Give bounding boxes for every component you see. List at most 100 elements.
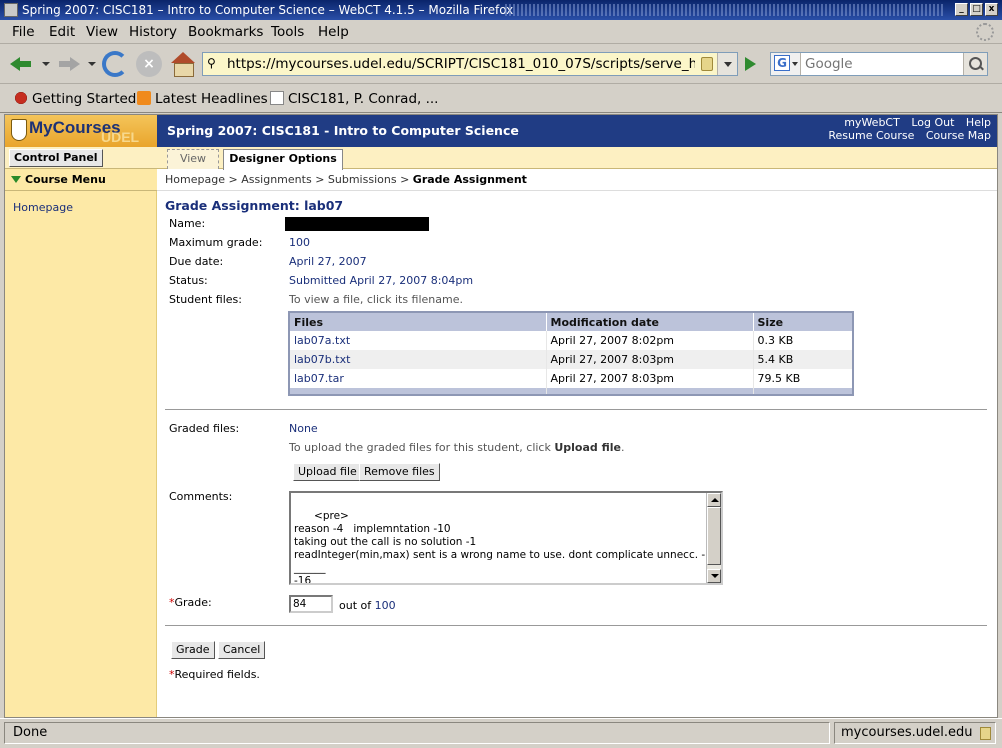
- menu-file[interactable]: File: [12, 24, 35, 40]
- grade-button[interactable]: Grade: [171, 641, 215, 659]
- url-history-dropdown[interactable]: [717, 53, 737, 75]
- due-date-value: April 27, 2007: [289, 255, 367, 268]
- file-link[interactable]: lab07b.txt: [289, 350, 547, 369]
- window-title: Spring 2007: CISC181 – Intro to Computer…: [22, 3, 514, 17]
- table-header-row: Files Modification date Size: [289, 312, 854, 331]
- scroll-up-arrow-icon[interactable]: [707, 493, 721, 507]
- redacted-student-name: [285, 217, 429, 231]
- file-date: April 27, 2007 8:03pm: [546, 369, 754, 388]
- upload-file-button[interactable]: Upload file: [293, 463, 362, 481]
- section-divider: [165, 409, 987, 410]
- url-input[interactable]: [227, 55, 695, 73]
- course-map-link[interactable]: Course Map: [926, 129, 991, 142]
- comments-textarea[interactable]: <pre> reason -4 implemntation -10 taking…: [289, 491, 723, 585]
- resume-course-link[interactable]: Resume Course: [828, 129, 914, 142]
- page-title: Grade Assignment: lab07: [165, 198, 344, 213]
- search-bar[interactable]: G: [770, 52, 988, 76]
- close-button[interactable]: x: [985, 3, 998, 16]
- forward-arrow-icon[interactable]: [56, 51, 82, 77]
- file-date: April 27, 2007 8:03pm: [546, 350, 754, 369]
- table-row: lab07b.txt April 27, 2007 8:03pm 5.4 KB: [289, 350, 854, 369]
- search-input[interactable]: [805, 56, 955, 72]
- mywebct-link[interactable]: myWebCT: [844, 116, 900, 129]
- grade-input[interactable]: [289, 595, 333, 613]
- scroll-down-arrow-icon[interactable]: [707, 569, 721, 583]
- breadcrumb: Homepage > Assignments > Submissions > G…: [157, 169, 997, 191]
- tab-row: Control Panel View Designer Options: [5, 147, 997, 170]
- course-menu-toggle[interactable]: Course Menu: [5, 169, 157, 191]
- search-engine-selector[interactable]: G: [771, 53, 801, 75]
- due-date-label: Due date:: [169, 255, 224, 268]
- maximize-button[interactable]: □: [970, 3, 983, 16]
- table-footer: [289, 388, 854, 395]
- course-title: Spring 2007: CISC181 - Intro to Computer…: [167, 123, 519, 138]
- minimize-button[interactable]: _: [955, 3, 968, 16]
- page-viewport: MyCourses UDEL Spring 2007: CISC181 - In…: [4, 114, 998, 718]
- menu-view[interactable]: View: [86, 24, 118, 40]
- bookmark-getting-started[interactable]: Getting Started: [14, 91, 136, 107]
- file-size: 0.3 KB: [753, 331, 854, 350]
- file-link[interactable]: lab07a.txt: [289, 331, 547, 350]
- remove-files-button[interactable]: Remove files: [359, 463, 440, 481]
- bookmark-latest-headlines[interactable]: Latest Headlines: [137, 91, 268, 107]
- course-sidebar: Course Menu Homepage: [5, 169, 157, 717]
- mycourses-logo[interactable]: MyCourses UDEL: [5, 115, 157, 147]
- menu-help[interactable]: Help: [318, 24, 349, 40]
- title-grip: [505, 4, 945, 16]
- back-arrow-icon[interactable]: [8, 51, 34, 77]
- menu-bookmarks[interactable]: Bookmarks: [188, 24, 263, 40]
- tab-view[interactable]: View: [167, 149, 219, 169]
- status-label: Status:: [169, 274, 208, 287]
- student-files-table: Files Modification date Size lab07a.txt …: [288, 311, 854, 396]
- breadcrumb-homepage[interactable]: Homepage: [165, 173, 225, 186]
- breadcrumb-submissions[interactable]: Submissions: [328, 173, 397, 186]
- forward-history-chevron-icon[interactable]: [88, 62, 96, 66]
- stop-icon[interactable]: ×: [136, 51, 162, 77]
- comments-label: Comments:: [169, 490, 233, 503]
- breadcrumb-current: Grade Assignment: [412, 173, 527, 186]
- breadcrumb-assignments[interactable]: Assignments: [241, 173, 312, 186]
- status-bar: Done mycourses.udel.edu: [0, 718, 1002, 748]
- graded-files-label: Graded files:: [169, 422, 240, 435]
- shield-logo-icon: [11, 119, 27, 141]
- comments-scrollbar[interactable]: [706, 493, 721, 583]
- file-size: 79.5 KB: [753, 369, 854, 388]
- status-domain[interactable]: mycourses.udel.edu: [834, 722, 996, 744]
- throbber-icon: [976, 23, 994, 41]
- webct-header: MyCourses UDEL Spring 2007: CISC181 - In…: [5, 115, 997, 147]
- secure-lock-icon[interactable]: [980, 727, 991, 740]
- menu-history[interactable]: History: [129, 24, 177, 40]
- column-header-files: Files: [289, 312, 547, 331]
- home-icon[interactable]: [170, 51, 196, 77]
- google-icon: G: [774, 55, 790, 71]
- upload-note: To upload the graded files for this stud…: [289, 441, 625, 454]
- file-size: 5.4 KB: [753, 350, 854, 369]
- help-link[interactable]: Help: [966, 116, 991, 129]
- assignment-name: lab07: [304, 198, 344, 213]
- window-title-bar: Spring 2007: CISC181 – Intro to Computer…: [0, 0, 1002, 20]
- scroll-thumb[interactable]: [707, 507, 721, 565]
- student-files-label: Student files:: [169, 293, 242, 306]
- max-grade-value: 100: [289, 236, 310, 249]
- file-link[interactable]: lab07.tar: [289, 369, 547, 388]
- sidebar-item-homepage[interactable]: Homepage: [13, 201, 73, 214]
- search-magnifier-icon[interactable]: [963, 53, 987, 75]
- url-bar[interactable]: ⚲: [202, 52, 738, 76]
- padlock-icon[interactable]: [701, 57, 713, 71]
- logout-link[interactable]: Log Out: [911, 116, 954, 129]
- cancel-button[interactable]: Cancel: [218, 641, 266, 659]
- column-header-date: Modification date: [546, 312, 754, 331]
- back-history-chevron-icon[interactable]: [42, 62, 50, 66]
- site-identity-icon[interactable]: ⚲: [207, 56, 221, 72]
- firefox-bookmark-icon: [14, 91, 28, 105]
- student-files-note: To view a file, click its filename.: [289, 293, 464, 306]
- go-icon[interactable]: [740, 54, 760, 74]
- header-links: myWebCT Log Out Help Resume Course Cours…: [820, 116, 991, 142]
- tab-designer-options[interactable]: Designer Options: [223, 149, 343, 170]
- control-panel-button[interactable]: Control Panel: [9, 149, 103, 167]
- menu-edit[interactable]: Edit: [49, 24, 75, 40]
- comments-text: <pre> reason -4 implemntation -10 taking…: [294, 510, 712, 585]
- bookmark-cisc181[interactable]: CISC181, P. Conrad, ...: [270, 91, 438, 107]
- menu-tools[interactable]: Tools: [271, 24, 304, 40]
- reload-icon[interactable]: [102, 51, 128, 77]
